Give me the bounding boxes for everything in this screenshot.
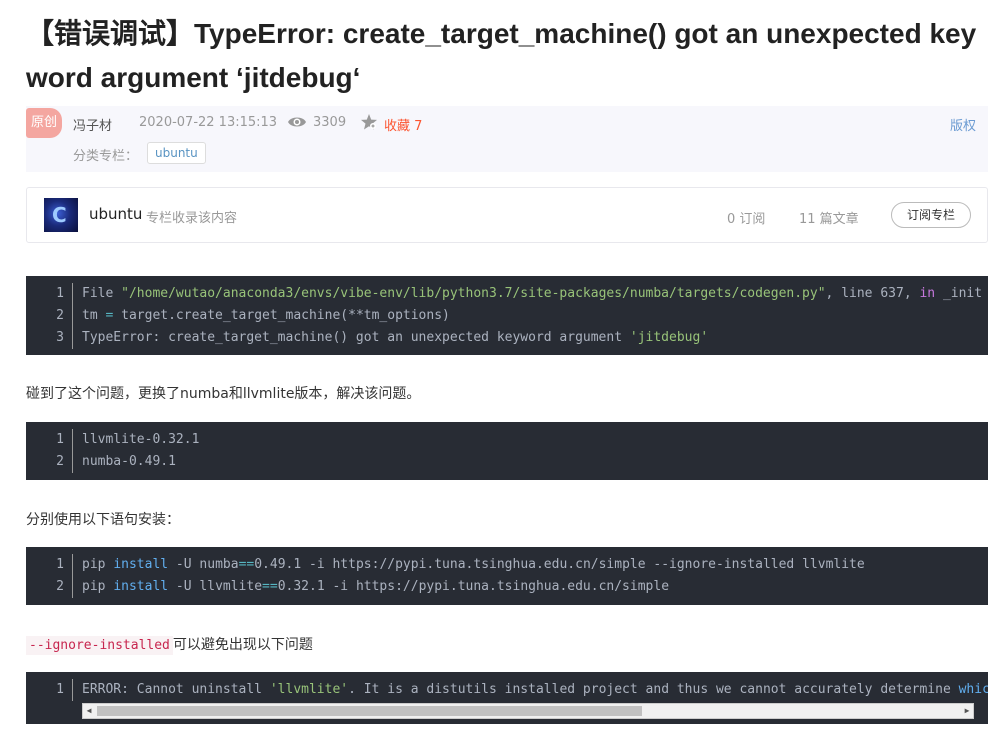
gutter-divider	[72, 283, 73, 305]
gutter-divider	[72, 327, 73, 349]
code-line: 1 pip install -U numba==0.49.1 -i https:…	[26, 554, 988, 576]
column-subscribers: 0 订阅	[727, 212, 766, 227]
line-number: 3	[56, 330, 64, 345]
column-name[interactable]: ubuntu	[89, 205, 142, 223]
paragraph-solution: 碰到了这个问题，更换了numba和llvmlite版本，解决该问题。	[26, 386, 421, 402]
category-label: 分类专栏：	[73, 149, 139, 164]
code-line: 1 File "/home/wutao/anaconda3/envs/vibe-…	[26, 283, 988, 305]
line-number: 1	[56, 682, 64, 697]
original-badge: 原创	[26, 108, 62, 138]
line-number: 1	[56, 286, 64, 301]
article-title: 【错误调试】TypeError: create_target_machine()…	[26, 18, 977, 93]
gutter-divider	[72, 451, 73, 473]
gutter-divider	[72, 429, 73, 451]
code-text: pip install -U numba==0.49.1 -i https://…	[82, 557, 865, 572]
line-number: 1	[56, 557, 64, 572]
favorite-button[interactable]: 收藏 7	[384, 115, 422, 134]
code-text: numba-0.49.1	[82, 454, 176, 469]
code-line: 3 TypeError: create_target_machine() got…	[26, 327, 988, 349]
line-number: 1	[56, 432, 64, 447]
code-text: pip install -U llvmlite==0.32.1 -i https…	[82, 579, 670, 594]
line-number: 2	[56, 454, 64, 469]
subscribe-column-button[interactable]: 订阅专栏	[891, 202, 971, 228]
code-block-versions: 1 llvmlite-0.32.1 2 numba-0.49.1	[26, 422, 988, 480]
scroll-left-icon[interactable]: ◀	[83, 704, 95, 718]
paragraph-ignore-installed: --ignore-installed 可以避免出现以下问题	[26, 634, 313, 655]
line-number: 2	[56, 579, 64, 594]
star-icon[interactable]	[360, 113, 378, 131]
author-link[interactable]: 冯子材	[73, 115, 112, 134]
code-text: File "/home/wutao/anaconda3/envs/vibe-en…	[82, 286, 983, 301]
gutter-divider	[72, 305, 73, 327]
publish-date: 2020-07-22 13:15:13	[139, 115, 278, 130]
code-text: tm = target.create_target_machine(**tm_o…	[82, 308, 450, 323]
eye-icon	[288, 117, 306, 127]
code-line: 2 numba-0.49.1	[26, 451, 988, 473]
paragraph-install: 分别使用以下语句安装：	[26, 512, 180, 528]
column-article-count: 11 篇文章	[799, 212, 859, 227]
gutter-divider	[72, 679, 73, 701]
category-tag[interactable]: ubuntu	[147, 142, 206, 164]
paragraph-text: 可以避免出现以下问题	[172, 637, 313, 653]
horizontal-scrollbar[interactable]: ◀ ▶	[82, 703, 974, 719]
article-meta-bar: 原创 冯子材 2020-07-22 13:15:13 3309 收藏 7 版权 …	[26, 106, 988, 172]
code-text: ERROR: Cannot uninstall 'llvmlite'. It i…	[82, 682, 988, 697]
copyright-link[interactable]: 版权	[950, 115, 976, 134]
code-block-traceback: 1 File "/home/wutao/anaconda3/envs/vibe-…	[26, 276, 988, 355]
code-line: 2 tm = target.create_target_machine(**tm…	[26, 305, 988, 327]
code-block-pip-install: 1 pip install -U numba==0.49.1 -i https:…	[26, 547, 988, 605]
scrollbar-thumb[interactable]	[97, 706, 642, 716]
scroll-right-icon[interactable]: ▶	[961, 704, 973, 718]
code-block-error: 1 ERROR: Cannot uninstall 'llvmlite'. It…	[26, 672, 988, 724]
view-count: 3309	[313, 115, 347, 130]
code-line: 1 ERROR: Cannot uninstall 'llvmlite'. It…	[26, 679, 988, 701]
column-description: 专栏收录该内容	[146, 211, 238, 226]
line-number: 2	[56, 308, 64, 323]
code-line: 2 pip install -U llvmlite==0.32.1 -i htt…	[26, 576, 988, 598]
code-text: TypeError: create_target_machine() got a…	[82, 330, 709, 345]
code-text: llvmlite-0.32.1	[82, 432, 200, 447]
inline-code: --ignore-installed	[26, 636, 173, 655]
gutter-divider	[72, 576, 73, 598]
column-cover-image[interactable]: C	[44, 198, 78, 232]
code-line: 1 llvmlite-0.32.1	[26, 429, 988, 451]
column-card: C ubuntu 专栏收录该内容 0 订阅 11 篇文章 订阅专栏	[26, 187, 988, 243]
gutter-divider	[72, 554, 73, 576]
